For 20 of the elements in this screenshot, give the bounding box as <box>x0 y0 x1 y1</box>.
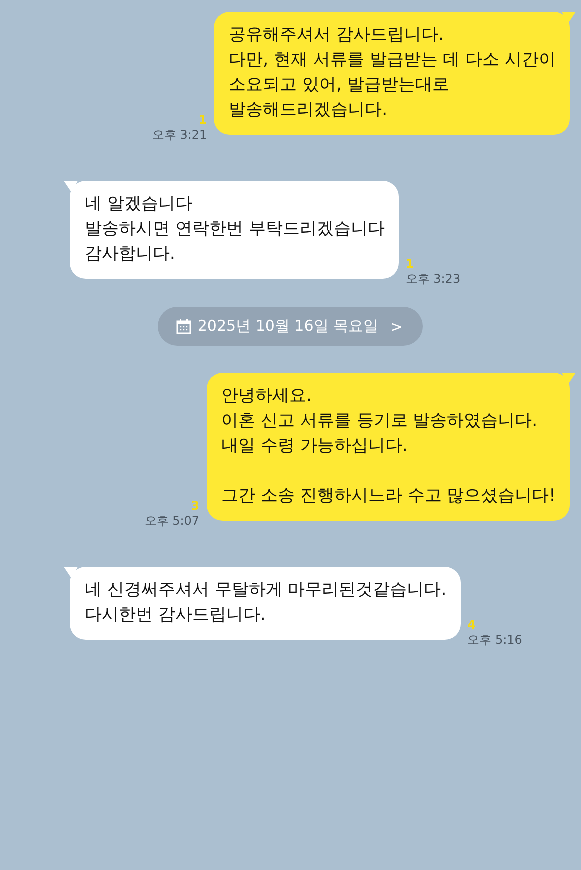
chevron-icon: > <box>390 318 404 336</box>
message-bubble: 네 신경써주셔서 무탈하게 마무리된것같습니다. 다시한번 감사드립니다. <box>70 567 461 640</box>
message-bubble: 안녕하세요. 이혼 신고 서류를 등기로 발송하였습니다. 내일 수령 가능하십니다. 그간 소송 진행하시느라 수고 많으셨습니다! <box>206 373 570 521</box>
message-time: 오후 3:21 <box>152 127 208 143</box>
unread-count: 4 <box>468 618 476 632</box>
message-bubble: 네 알겠습니다 발송하시면 연락한번 부탁드리겠습니다 감사합니다. <box>70 181 399 279</box>
calendar-icon <box>176 318 192 334</box>
bubble-tail <box>562 12 576 24</box>
message-time: 오후 5:07 <box>144 513 200 529</box>
message-bubble: 공유해주셔서 감사드립니다. 다만, 현재 서류를 발급받는 데 다소 시간이 소요되고 있어, 발급받는대로 발송해드리겠습니다. <box>214 12 570 135</box>
date-label: 2025년 10월 16일 목요일 <box>198 317 379 336</box>
unread-count: 1 <box>406 257 414 271</box>
bubble-tail <box>64 567 78 579</box>
date-divider[interactable]: 2025년 10월 16일 목요일 > <box>158 307 424 346</box>
unread-count: 1 <box>198 113 208 127</box>
bubble-tail <box>64 181 78 193</box>
message-time: 오후 3:23 <box>406 271 461 287</box>
unread-count: 3 <box>191 499 200 513</box>
message-time: 오후 5:16 <box>468 632 522 648</box>
bubble-tail <box>562 373 576 385</box>
